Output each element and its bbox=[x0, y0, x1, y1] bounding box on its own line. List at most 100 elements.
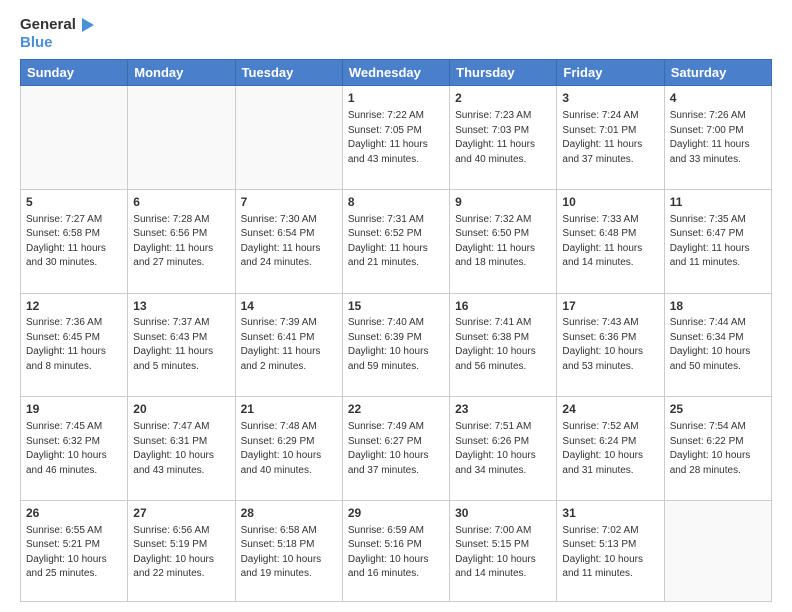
calendar-cell: 19Sunrise: 7:45 AM Sunset: 6:32 PM Dayli… bbox=[21, 397, 128, 501]
day-number: 19 bbox=[26, 401, 122, 418]
calendar-cell: 1 Sunrise: 7:22 AM Sunset: 7:05 PM Daylig… bbox=[342, 86, 449, 190]
calendar-cell: 4 Sunrise: 7:26 AM Sunset: 7:00 PM Daylig… bbox=[664, 86, 771, 190]
day-info: Sunrise: 7:37 AM Sunset: 6:43 PM Dayligh… bbox=[133, 316, 229, 374]
weekday-header-tuesday: Tuesday bbox=[235, 60, 342, 86]
day-number: 14 bbox=[241, 298, 337, 315]
day-number: 27 bbox=[133, 505, 229, 522]
logo-blue: Blue bbox=[20, 34, 53, 51]
day-number: 20 bbox=[133, 401, 229, 418]
day-number: 5 bbox=[26, 194, 122, 211]
day-number: 30 bbox=[455, 505, 551, 522]
day-info: Sunrise: 7:44 AM Sunset: 6:34 PM Dayligh… bbox=[670, 316, 766, 374]
calendar-cell: 9 Sunrise: 7:32 AM Sunset: 6:50 PM Daylig… bbox=[450, 189, 557, 293]
calendar-cell bbox=[128, 86, 235, 190]
day-number: 6 bbox=[133, 194, 229, 211]
calendar-cell: 18Sunrise: 7:44 AM Sunset: 6:34 PM Dayli… bbox=[664, 293, 771, 397]
calendar-cell: 5 Sunrise: 7:27 AM Sunset: 6:58 PM Daylig… bbox=[21, 189, 128, 293]
weekday-header-wednesday: Wednesday bbox=[342, 60, 449, 86]
day-number: 26 bbox=[26, 505, 122, 522]
day-info: Sunrise: 7:26 AM Sunset: 7:00 PM Dayligh… bbox=[670, 109, 766, 167]
calendar-cell: 23 Sunrise: 7:51 AM Sunset: 6:26 PM Dayli… bbox=[450, 397, 557, 501]
day-info: Sunrise: 7:40 AM Sunset: 6:39 PM Dayligh… bbox=[348, 316, 444, 374]
day-info: Sunrise: 7:36 AM Sunset: 6:45 PM Dayligh… bbox=[26, 316, 122, 374]
day-number: 31 bbox=[562, 505, 658, 522]
day-info: Sunrise: 7:43 AM Sunset: 6:36 PM Dayligh… bbox=[562, 316, 658, 374]
day-info: Sunrise: 7:27 AM Sunset: 6:58 PM Dayligh… bbox=[26, 213, 122, 271]
calendar: SundayMondayTuesdayWednesdayThursdayFrid… bbox=[20, 59, 772, 602]
day-number: 28 bbox=[241, 505, 337, 522]
calendar-cell: 31 Sunrise: 7:02 AM Sunset: 5:13 PM Dayli… bbox=[557, 500, 664, 601]
logo-wordmark: General Blue bbox=[20, 16, 96, 51]
day-number: 22 bbox=[348, 401, 444, 418]
day-info: Sunrise: 6:55 AM Sunset: 5:21 PM Dayligh… bbox=[26, 524, 122, 582]
calendar-cell: 28 Sunrise: 6:58 AM Sunset: 5:18 PM Dayli… bbox=[235, 500, 342, 601]
calendar-cell bbox=[235, 86, 342, 190]
day-number: 9 bbox=[455, 194, 551, 211]
calendar-cell: 21 Sunrise: 7:48 AM Sunset: 6:29 PM Dayli… bbox=[235, 397, 342, 501]
day-number: 2 bbox=[455, 90, 551, 107]
day-number: 4 bbox=[670, 90, 766, 107]
day-info: Sunrise: 7:32 AM Sunset: 6:50 PM Dayligh… bbox=[455, 213, 551, 271]
logo-arrow-icon bbox=[78, 16, 96, 34]
day-info: Sunrise: 7:23 AM Sunset: 7:03 PM Dayligh… bbox=[455, 109, 551, 167]
day-info: Sunrise: 7:22 AM Sunset: 7:05 PM Dayligh… bbox=[348, 109, 444, 167]
calendar-cell: 20 Sunrise: 7:47 AM Sunset: 6:31 PM Dayli… bbox=[128, 397, 235, 501]
day-info: Sunrise: 7:24 AM Sunset: 7:01 PM Dayligh… bbox=[562, 109, 658, 167]
day-number: 23 bbox=[455, 401, 551, 418]
calendar-cell: 26 Sunrise: 6:55 AM Sunset: 5:21 PM Dayli… bbox=[21, 500, 128, 601]
day-info: Sunrise: 6:58 AM Sunset: 5:18 PM Dayligh… bbox=[241, 524, 337, 582]
day-number: 10 bbox=[562, 194, 658, 211]
weekday-header-monday: Monday bbox=[128, 60, 235, 86]
day-number: 12 bbox=[26, 298, 122, 315]
weekday-header-saturday: Saturday bbox=[664, 60, 771, 86]
calendar-cell: 3 Sunrise: 7:24 AM Sunset: 7:01 PM Daylig… bbox=[557, 86, 664, 190]
weekday-header-sunday: Sunday bbox=[21, 60, 128, 86]
calendar-cell: 13Sunrise: 7:37 AM Sunset: 6:43 PM Dayli… bbox=[128, 293, 235, 397]
day-number: 18 bbox=[670, 298, 766, 315]
day-info: Sunrise: 6:59 AM Sunset: 5:16 PM Dayligh… bbox=[348, 524, 444, 582]
day-number: 17 bbox=[562, 298, 658, 315]
calendar-cell: 7 Sunrise: 7:30 AM Sunset: 6:54 PM Daylig… bbox=[235, 189, 342, 293]
day-number: 3 bbox=[562, 90, 658, 107]
day-number: 11 bbox=[670, 194, 766, 211]
day-number: 1 bbox=[348, 90, 444, 107]
day-info: Sunrise: 7:30 AM Sunset: 6:54 PM Dayligh… bbox=[241, 213, 337, 271]
day-info: Sunrise: 7:35 AM Sunset: 6:47 PM Dayligh… bbox=[670, 213, 766, 271]
day-number: 21 bbox=[241, 401, 337, 418]
calendar-cell: 15Sunrise: 7:40 AM Sunset: 6:39 PM Dayli… bbox=[342, 293, 449, 397]
calendar-cell bbox=[664, 500, 771, 601]
day-number: 8 bbox=[348, 194, 444, 211]
calendar-cell: 11 Sunrise: 7:35 AM Sunset: 6:47 PM Dayli… bbox=[664, 189, 771, 293]
calendar-cell: 16Sunrise: 7:41 AM Sunset: 6:38 PM Dayli… bbox=[450, 293, 557, 397]
day-number: 7 bbox=[241, 194, 337, 211]
day-info: Sunrise: 7:54 AM Sunset: 6:22 PM Dayligh… bbox=[670, 420, 766, 478]
calendar-cell: 25 Sunrise: 7:54 AM Sunset: 6:22 PM Dayli… bbox=[664, 397, 771, 501]
day-number: 25 bbox=[670, 401, 766, 418]
day-info: Sunrise: 6:56 AM Sunset: 5:19 PM Dayligh… bbox=[133, 524, 229, 582]
calendar-cell: 30 Sunrise: 7:00 AM Sunset: 5:15 PM Dayli… bbox=[450, 500, 557, 601]
day-info: Sunrise: 7:00 AM Sunset: 5:15 PM Dayligh… bbox=[455, 524, 551, 582]
calendar-cell: 8 Sunrise: 7:31 AM Sunset: 6:52 PM Daylig… bbox=[342, 189, 449, 293]
day-info: Sunrise: 7:28 AM Sunset: 6:56 PM Dayligh… bbox=[133, 213, 229, 271]
calendar-cell: 27 Sunrise: 6:56 AM Sunset: 5:19 PM Dayli… bbox=[128, 500, 235, 601]
weekday-header-thursday: Thursday bbox=[450, 60, 557, 86]
day-info: Sunrise: 7:51 AM Sunset: 6:26 PM Dayligh… bbox=[455, 420, 551, 478]
day-info: Sunrise: 7:49 AM Sunset: 6:27 PM Dayligh… bbox=[348, 420, 444, 478]
day-info: Sunrise: 7:52 AM Sunset: 6:24 PM Dayligh… bbox=[562, 420, 658, 478]
calendar-cell: 29 Sunrise: 6:59 AM Sunset: 5:16 PM Dayli… bbox=[342, 500, 449, 601]
day-number: 15 bbox=[348, 298, 444, 315]
day-info: Sunrise: 7:33 AM Sunset: 6:48 PM Dayligh… bbox=[562, 213, 658, 271]
calendar-cell: 12Sunrise: 7:36 AM Sunset: 6:45 PM Dayli… bbox=[21, 293, 128, 397]
day-info: Sunrise: 7:48 AM Sunset: 6:29 PM Dayligh… bbox=[241, 420, 337, 478]
calendar-cell: 17Sunrise: 7:43 AM Sunset: 6:36 PM Dayli… bbox=[557, 293, 664, 397]
calendar-cell: 14Sunrise: 7:39 AM Sunset: 6:41 PM Dayli… bbox=[235, 293, 342, 397]
logo: General Blue bbox=[20, 16, 96, 51]
day-info: Sunrise: 7:47 AM Sunset: 6:31 PM Dayligh… bbox=[133, 420, 229, 478]
day-number: 29 bbox=[348, 505, 444, 522]
day-info: Sunrise: 7:02 AM Sunset: 5:13 PM Dayligh… bbox=[562, 524, 658, 582]
day-number: 13 bbox=[133, 298, 229, 315]
calendar-cell: 10 Sunrise: 7:33 AM Sunset: 6:48 PM Dayli… bbox=[557, 189, 664, 293]
day-number: 16 bbox=[455, 298, 551, 315]
day-info: Sunrise: 7:41 AM Sunset: 6:38 PM Dayligh… bbox=[455, 316, 551, 374]
day-info: Sunrise: 7:31 AM Sunset: 6:52 PM Dayligh… bbox=[348, 213, 444, 271]
